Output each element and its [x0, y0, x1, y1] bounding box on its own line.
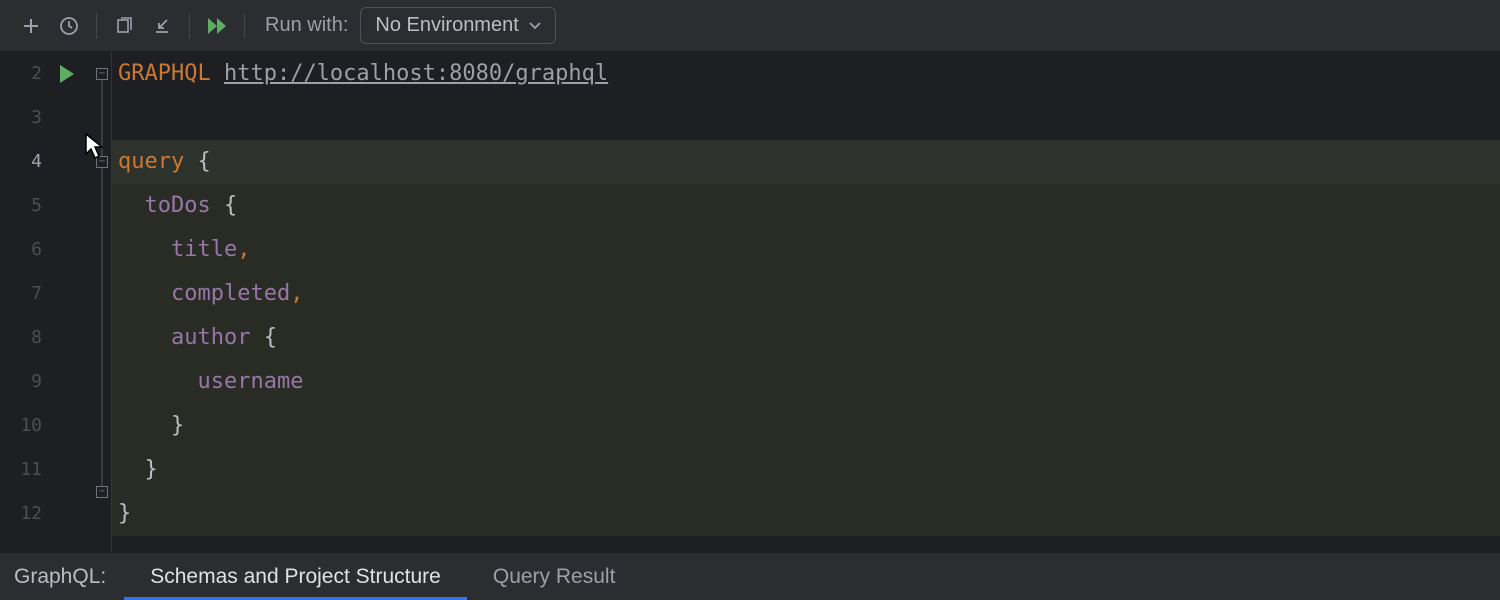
run-with-label: Run with: [265, 14, 348, 37]
line-number[interactable]: 11 [0, 448, 52, 492]
code-area[interactable]: GRAPHQL http://localhost:8080/graphql qu… [112, 52, 1500, 552]
code-line[interactable]: username [112, 360, 1500, 404]
editor[interactable]: 2 3 4 5 6 7 8 9 10 11 12 − − − GRAPHQL h… [0, 52, 1500, 552]
line-number[interactable]: 2 [0, 52, 52, 96]
code-line[interactable]: toDos { [112, 184, 1500, 228]
toolbar: Run with: No Environment [0, 0, 1500, 52]
request-method: GRAPHQL [118, 61, 211, 86]
line-number[interactable]: 9 [0, 360, 52, 404]
tool-window-label: GraphQL: [0, 553, 124, 600]
separator [189, 13, 190, 39]
history-icon[interactable] [52, 9, 86, 43]
line-number[interactable]: 6 [0, 228, 52, 272]
environment-select[interactable]: No Environment [360, 7, 555, 44]
code-line[interactable]: query { [112, 140, 1500, 184]
tab-query-result[interactable]: Query Result [467, 553, 642, 600]
fold-end-icon[interactable]: − [96, 486, 108, 498]
line-number[interactable]: 3 [0, 96, 52, 140]
code-line[interactable]: } [112, 448, 1500, 492]
code-line[interactable]: author { [112, 316, 1500, 360]
line-number[interactable]: 4 [0, 140, 52, 184]
code-line[interactable]: title, [112, 228, 1500, 272]
separator [96, 13, 97, 39]
copy-icon[interactable] [107, 9, 141, 43]
code-line[interactable] [112, 96, 1500, 140]
fold-line [101, 80, 103, 492]
run-all-icon[interactable] [200, 9, 234, 43]
line-number-gutter[interactable]: 2 3 4 5 6 7 8 9 10 11 12 [0, 52, 52, 552]
code-line[interactable]: } [112, 404, 1500, 448]
fold-toggle-icon[interactable]: − [96, 68, 108, 80]
code-line[interactable]: completed, [112, 272, 1500, 316]
run-line-icon[interactable] [60, 65, 74, 83]
add-icon[interactable] [14, 9, 48, 43]
fold-gutter: − − − [94, 52, 112, 552]
request-url[interactable]: http://localhost:8080/graphql [224, 61, 608, 86]
line-number[interactable]: 10 [0, 404, 52, 448]
line-number[interactable]: 12 [0, 492, 52, 536]
tab-schemas[interactable]: Schemas and Project Structure [124, 553, 467, 600]
line-number[interactable]: 5 [0, 184, 52, 228]
code-line[interactable]: GRAPHQL http://localhost:8080/graphql [112, 52, 1500, 96]
line-number[interactable]: 7 [0, 272, 52, 316]
fold-toggle-icon[interactable]: − [96, 156, 108, 168]
icon-gutter [52, 52, 94, 552]
chevron-down-icon [529, 22, 541, 30]
separator [244, 13, 245, 39]
environment-value: No Environment [375, 14, 518, 37]
tool-window-tabs: GraphQL: Schemas and Project Structure Q… [0, 552, 1500, 600]
import-icon[interactable] [145, 9, 179, 43]
code-line[interactable]: } [112, 492, 1500, 536]
line-number[interactable]: 8 [0, 316, 52, 360]
